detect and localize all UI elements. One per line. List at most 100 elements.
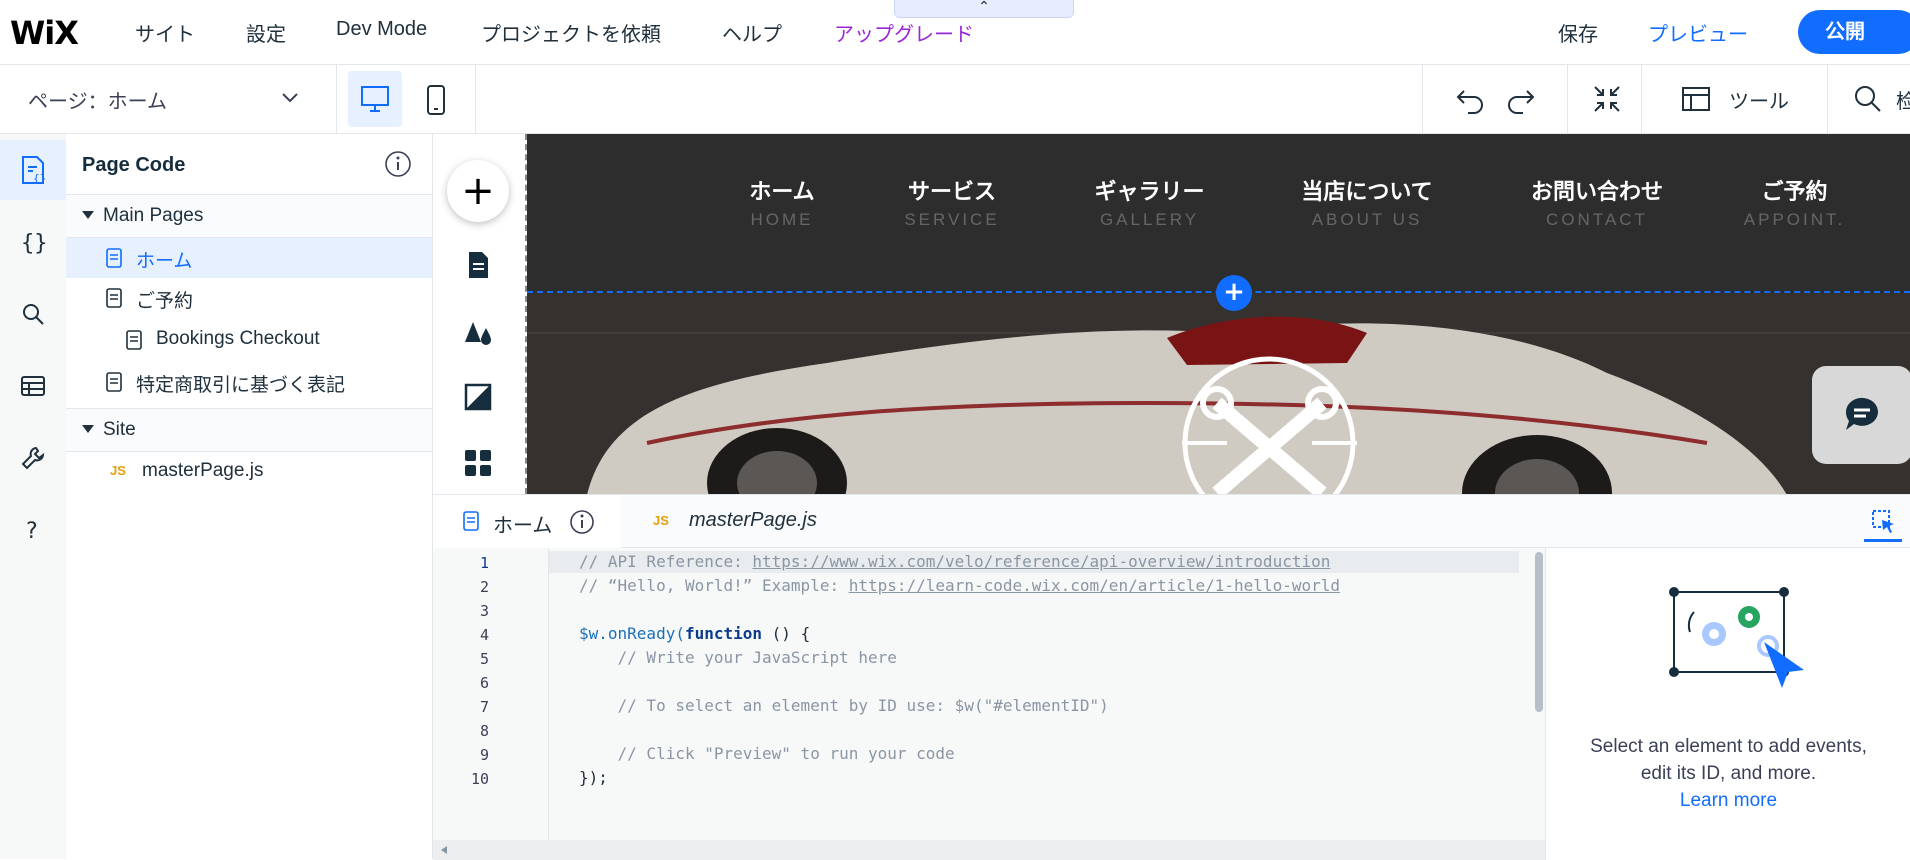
vertical-scrollbar[interactable]: [1535, 552, 1543, 712]
file-item-masterpage[interactable]: JS masterPage.js: [66, 452, 432, 492]
curly-braces-icon: {}: [21, 231, 47, 256]
preview-button[interactable]: プレビュー: [1648, 18, 1748, 47]
editor-toolbar: ページ：ホーム ツール 检: [0, 65, 1910, 134]
code-token: () {: [762, 624, 811, 643]
nav-label-jp: お問い合わせ: [1530, 180, 1663, 205]
chat-bubble-icon: [1845, 397, 1878, 430]
tab-masterpage-js[interactable]: JS masterPage.js: [621, 495, 862, 548]
zoom-out-icon[interactable]: [1591, 83, 1623, 115]
menu-hire-professional[interactable]: プロジェクトを依頼: [481, 18, 661, 47]
api-reference-link[interactable]: https://www.wix.com/velo/reference/api-o…: [752, 552, 1330, 571]
databases-button[interactable]: [0, 356, 66, 416]
hero-image[interactable]: [527, 293, 1910, 495]
tools-icon[interactable]: [1680, 83, 1712, 115]
divider: [1827, 65, 1828, 133]
caret-down-icon: [82, 211, 94, 219]
apps-icon[interactable]: [461, 446, 495, 480]
background-icon[interactable]: [461, 380, 495, 414]
top-bar: WiX サイト 設定 Dev Mode プロジェクトを依頼 ヘルプ アップグレー…: [0, 0, 1910, 65]
site-header[interactable]: Site: [66, 408, 432, 452]
info-icon[interactable]: [569, 509, 595, 535]
site-nav-contact[interactable]: お問い合わせ CONTACT: [1517, 174, 1677, 230]
page-icon: [106, 288, 122, 308]
code-line: // API Reference: https://www.wix.com/ve…: [579, 552, 1330, 571]
page-item-booking[interactable]: ご予約: [66, 278, 432, 318]
chevron-down-icon[interactable]: [280, 87, 300, 107]
redo-icon[interactable]: [1505, 83, 1537, 115]
code-line: $w.onReady(function () {: [579, 624, 810, 643]
page-item-bookings-checkout[interactable]: Bookings Checkout: [66, 320, 432, 360]
divider: [1641, 65, 1642, 133]
site-nav-home[interactable]: ホーム HOME: [722, 174, 842, 230]
nav-label-en: HOME: [750, 210, 814, 229]
menu-help[interactable]: ヘルプ: [722, 18, 782, 47]
line-number: 1: [479, 554, 489, 572]
page-item-legal-notice[interactable]: 特定商取引に基づく表記: [66, 362, 432, 402]
tools-button[interactable]: ツール: [1729, 85, 1789, 114]
nav-label-jp: ギャラリー: [1094, 180, 1205, 205]
line-number: 7: [479, 698, 489, 716]
horizontal-scrollbar[interactable]: [433, 840, 1545, 860]
page-item-label: Bookings Checkout: [156, 328, 320, 349]
page-item-label: ご予約: [136, 291, 194, 312]
menu-dev-mode[interactable]: Dev Mode: [336, 18, 427, 41]
site-nav-gallery[interactable]: ギャラリー GALLERY: [1077, 174, 1222, 230]
page-selector[interactable]: ページ：ホーム: [28, 85, 167, 114]
menu-upgrade[interactable]: アップグレード: [834, 18, 974, 47]
plus-icon: +: [461, 168, 495, 214]
main-pages-header[interactable]: Main Pages: [66, 194, 432, 238]
tab-home-code[interactable]: ホーム: [433, 495, 622, 547]
divider: [1567, 65, 1568, 133]
select-element-button[interactable]: [1864, 503, 1902, 542]
theme-icon[interactable]: [461, 314, 495, 348]
learn-more-link[interactable]: Learn more: [1546, 787, 1910, 814]
svg-text:{}: {}: [21, 231, 47, 256]
page-icon: [126, 330, 142, 350]
code-line: // To select an element by ID use: $w("#…: [579, 696, 1109, 715]
info-icon[interactable]: [384, 150, 412, 178]
page-code-icon: {}: [22, 156, 46, 185]
pages-icon[interactable]: [461, 248, 495, 282]
site-nav-about[interactable]: 当店について ABOUT US: [1282, 174, 1452, 230]
mobile-view-button[interactable]: [420, 71, 454, 127]
page-item-label: 特定商取引に基づく表記: [136, 375, 346, 396]
chat-button[interactable]: [1812, 366, 1910, 464]
add-section-button[interactable]: +: [1216, 275, 1252, 311]
publish-button[interactable]: 公開: [1798, 10, 1910, 54]
collapse-handle[interactable]: ⌃: [894, 0, 1074, 18]
search-label[interactable]: 检: [1896, 85, 1910, 114]
nav-label-en: ABOUT US: [1311, 210, 1423, 229]
public-backend-button[interactable]: {}: [0, 212, 66, 272]
divider: [1422, 65, 1423, 133]
search-code-button[interactable]: [0, 284, 66, 344]
search-icon[interactable]: [1852, 83, 1884, 115]
nav-label-en: SERVICE: [904, 210, 1000, 229]
site-nav-appointment[interactable]: ご予約 APPOINT.: [1732, 174, 1857, 230]
developer-tools-button[interactable]: [0, 428, 66, 488]
plus-icon: +: [1223, 277, 1245, 307]
menu-site[interactable]: サイト: [135, 18, 195, 47]
wix-logo[interactable]: WiX: [10, 14, 79, 52]
code-token: $w: [579, 624, 599, 643]
nav-label-jp: 当店について: [1301, 180, 1433, 205]
code-line: // Write your JavaScript here: [579, 648, 897, 667]
site-nav-service[interactable]: サービス SERVICE: [882, 174, 1022, 230]
undo-icon[interactable]: [1454, 83, 1486, 115]
menu-settings[interactable]: 設定: [246, 18, 286, 47]
svg-text:?: ?: [26, 519, 38, 544]
question-mark-icon: ?: [26, 519, 38, 544]
desktop-view-button[interactable]: [348, 71, 402, 127]
cursor-select-icon: [1872, 510, 1894, 533]
hello-world-link[interactable]: https://learn-code.wix.com/en/article/1-…: [849, 576, 1340, 595]
select-element-illustration: [1669, 587, 1804, 688]
page-item-home[interactable]: ホーム: [66, 238, 432, 278]
caret-down-icon: [82, 425, 94, 433]
code-editor[interactable]: 1 2 3 4 5 6 7 8 9 10 // API Reference: h…: [433, 548, 1545, 840]
scroll-left-icon[interactable]: [439, 845, 449, 855]
nav-label-en: GALLERY: [1099, 210, 1200, 229]
save-button[interactable]: 保存: [1558, 18, 1598, 47]
file-item-label: masterPage.js: [142, 460, 264, 481]
add-elements-button[interactable]: +: [447, 160, 509, 222]
help-button[interactable]: ?: [0, 500, 66, 560]
page-code-button[interactable]: {}: [0, 140, 66, 200]
